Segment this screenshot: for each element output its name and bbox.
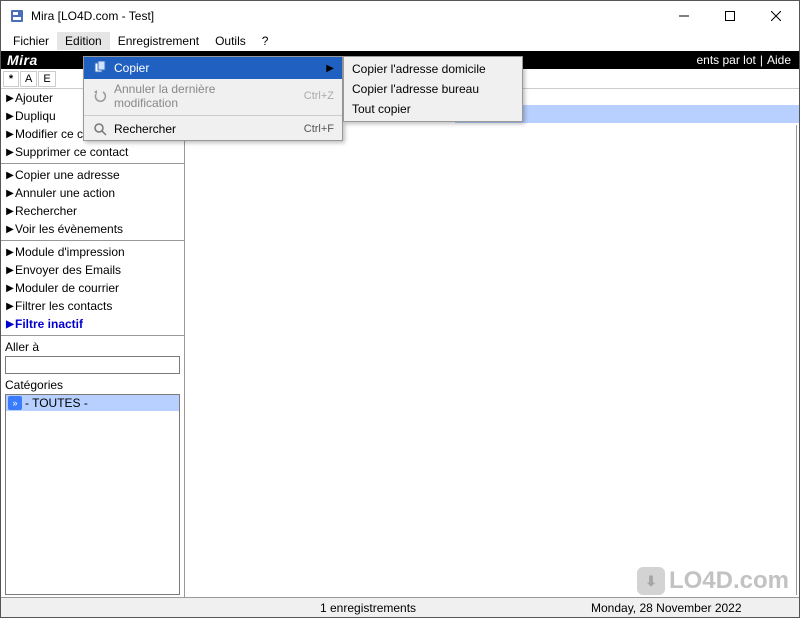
header-band-item[interactable]: ents par lot — [696, 53, 755, 67]
dd-annuler-shortcut: Ctrl+Z — [304, 90, 334, 102]
copier-submenu: Copier l'adresse domicile Copier l'adres… — [343, 56, 523, 122]
minimize-button[interactable] — [661, 1, 707, 31]
sidebar: ▶Ajouter ▶Dupliqu ▶Modifier ce contact ▶… — [1, 89, 185, 597]
category-item-label: - TOUTES - — [25, 396, 88, 410]
alpha-tab-star[interactable]: * — [3, 71, 19, 87]
categories-list[interactable]: » - TOUTES - — [5, 394, 180, 595]
sidebar-action-emails[interactable]: ▶Envoyer des Emails — [1, 261, 184, 279]
content-body — [187, 125, 797, 595]
category-icon: » — [8, 396, 22, 410]
header-band-right: ents par lot | Aide — [696, 53, 791, 67]
app-icon — [9, 8, 25, 24]
dd-annuler[interactable]: Annuler la dernière modification Ctrl+Z — [84, 79, 342, 113]
app-window: Mira [LO4D.com - Test] Fichier Edition E… — [0, 0, 800, 618]
dd-copier[interactable]: Copier ▶ — [84, 57, 342, 79]
alpha-tab-e[interactable]: E — [38, 71, 55, 87]
aller-a-input[interactable] — [5, 356, 180, 374]
aller-a-section: Aller à — [1, 338, 184, 376]
sidebar-action-evenements[interactable]: ▶Voir les évènements — [1, 220, 184, 238]
sidebar-action-copier-adresse[interactable]: ▶Copier une adresse — [1, 166, 184, 184]
submenu-tout[interactable]: Tout copier — [344, 99, 522, 119]
menu-edition[interactable]: Edition — [57, 32, 110, 50]
undo-icon — [92, 88, 108, 104]
menu-help[interactable]: ? — [254, 32, 277, 50]
sidebar-action-filtrer[interactable]: ▶Filtrer les contacts — [1, 297, 184, 315]
dd-rechercher-shortcut: Ctrl+F — [304, 123, 334, 135]
menubar: Fichier Edition Enregistrement Outils ? — [1, 31, 799, 51]
window-title: Mira [LO4D.com - Test] — [31, 9, 661, 23]
header-band-aide[interactable]: Aide — [767, 53, 791, 67]
header-band-sep: | — [760, 53, 763, 67]
sidebar-action-rechercher[interactable]: ▶Rechercher — [1, 202, 184, 220]
menu-enregistrement[interactable]: Enregistrement — [110, 32, 207, 50]
content-area: Z t Test Test — [185, 89, 799, 597]
maximize-button[interactable] — [707, 1, 753, 31]
dd-annuler-label: Annuler la dernière modification — [114, 82, 298, 110]
sidebar-filtre-inactif[interactable]: ▶Filtre inactif — [1, 315, 184, 333]
categories-section: Catégories » - TOUTES - — [1, 376, 184, 597]
categories-label: Catégories — [5, 378, 180, 392]
statusbar: 1 enregistrements Monday, 28 November 20… — [1, 597, 799, 617]
sidebar-action-impression[interactable]: ▶Module d'impression — [1, 243, 184, 261]
alpha-tab-a[interactable]: A — [20, 71, 37, 87]
search-icon — [92, 121, 108, 137]
close-button[interactable] — [753, 1, 799, 31]
mira-logo: Mira — [1, 52, 42, 68]
submenu-item-label: Copier l'adresse domicile — [352, 62, 514, 76]
submenu-domicile[interactable]: Copier l'adresse domicile — [344, 59, 522, 79]
submenu-item-label: Copier l'adresse bureau — [352, 82, 514, 96]
dd-rechercher-label: Rechercher — [114, 122, 298, 136]
dropdown-separator — [84, 115, 342, 116]
submenu-item-label: Tout copier — [352, 102, 514, 116]
sidebar-action-courrier[interactable]: ▶Moduler de courrier — [1, 279, 184, 297]
main-area: ▶Ajouter ▶Dupliqu ▶Modifier ce contact ▶… — [1, 89, 799, 597]
menu-fichier[interactable]: Fichier — [5, 32, 57, 50]
submenu-bureau[interactable]: Copier l'adresse bureau — [344, 79, 522, 99]
status-count: 1 enregistrements — [320, 601, 416, 615]
sidebar-divider — [1, 335, 184, 336]
window-controls — [661, 1, 799, 31]
category-item-toutes[interactable]: » - TOUTES - — [6, 395, 179, 411]
menu-outils[interactable]: Outils — [207, 32, 254, 50]
aller-a-label: Aller à — [5, 340, 180, 354]
dd-rechercher[interactable]: Rechercher Ctrl+F — [84, 118, 342, 140]
status-date: Monday, 28 November 2022 — [591, 601, 742, 615]
sidebar-action-supprimer[interactable]: ▶Supprimer ce contact — [1, 143, 184, 161]
sidebar-action-annuler[interactable]: ▶Annuler une action — [1, 184, 184, 202]
dd-copier-label: Copier — [114, 61, 320, 75]
copy-icon — [92, 60, 108, 76]
edition-dropdown: Copier ▶ Annuler la dernière modificatio… — [83, 56, 343, 141]
titlebar: Mira [LO4D.com - Test] — [1, 1, 799, 31]
sidebar-divider — [1, 240, 184, 241]
chevron-right-icon: ▶ — [326, 63, 334, 74]
sidebar-divider — [1, 163, 184, 164]
